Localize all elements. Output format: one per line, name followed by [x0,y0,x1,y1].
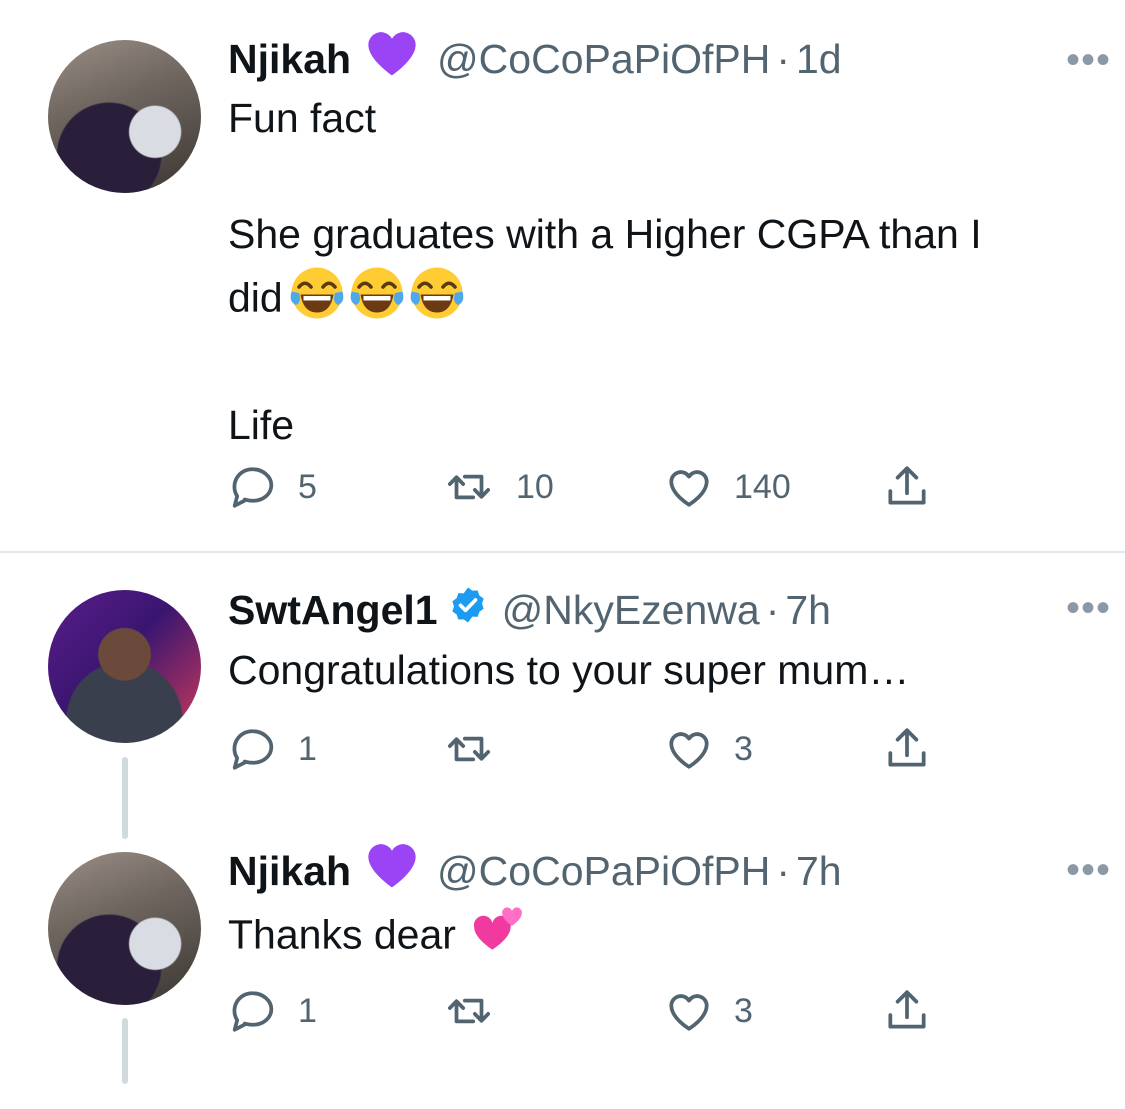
like-count: 3 [734,991,753,1030]
reply-count: 1 [298,729,317,768]
two-hearts-emoji-icon [470,902,526,973]
share-button[interactable] [882,462,932,512]
reply-icon [228,724,278,774]
share-button[interactable] [882,986,932,1036]
retweet-button[interactable]: 10 [442,462,554,512]
share-icon [882,462,932,512]
more-options-icon[interactable]: ••• [1066,850,1111,890]
avatar[interactable] [48,590,201,743]
separator: · [776,35,790,82]
like-count: 140 [734,467,791,506]
purple-heart-icon [365,27,419,91]
retweet-button[interactable] [442,724,496,774]
separator: · [765,586,780,633]
tweet-text-tail: Life [228,402,295,448]
tweet-text: Congratulations to your super mum… [228,647,910,693]
timestamp[interactable]: 7h [785,587,831,634]
timestamp[interactable]: 7h [796,848,842,895]
reply-icon [228,986,278,1036]
purple-heart-icon [365,839,419,903]
user-handle[interactable]: @NkyEzenwa [502,587,760,634]
action-bar: 1 3 [228,986,948,1036]
reply-button[interactable]: 1 [228,986,317,1036]
timestamp[interactable]: 1d [796,36,842,83]
reply-button[interactable]: 5 [228,462,317,512]
heart-icon [664,462,714,512]
retweet-icon [442,724,496,774]
like-count: 3 [734,729,753,768]
display-name[interactable]: Njikah [228,848,351,895]
thread-line [122,1018,128,1084]
more-options-icon[interactable]: ••• [1066,588,1111,628]
avatar[interactable] [48,852,201,1005]
separator: · [776,847,790,894]
like-button[interactable]: 3 [664,986,753,1036]
reply-icon [228,462,278,512]
like-button[interactable]: 3 [664,724,753,774]
display-name[interactable]: Njikah [228,36,351,83]
reply-count: 5 [298,467,317,506]
share-icon [882,724,932,774]
like-button[interactable]: 140 [664,462,791,512]
thread-line [122,757,128,839]
retweet-button[interactable] [442,986,496,1036]
tweet-text: Thanks dear [228,902,1085,973]
tweet-header: Njikah @CoCoPaPiOfPH · 7h [228,846,1085,896]
heart-icon [664,724,714,774]
tweet-header: Njikah @CoCoPaPiOfPH · 1d [228,34,1085,84]
joy-emoji-icon [287,263,467,338]
more-options-icon[interactable]: ••• [1066,40,1111,80]
verified-badge-icon [448,585,488,635]
tweet-text-body: Thanks dear [228,911,456,958]
avatar[interactable] [48,40,201,193]
action-bar: 5 10 140 [228,462,948,512]
user-handle[interactable]: @CoCoPaPiOfPH [437,36,770,83]
share-button[interactable] [882,724,932,774]
reply-button[interactable]: 1 [228,724,317,774]
action-bar: 1 3 [228,724,948,774]
reply-count: 1 [298,991,317,1030]
retweet-count: 10 [516,467,554,506]
share-icon [882,986,932,1036]
heart-icon [664,986,714,1036]
retweet-icon [442,462,496,512]
display-name[interactable]: SwtAngel1 [228,587,438,634]
tweet-text: Fun fact She graduates with a Higher CGP… [228,89,1085,454]
tweet-header: SwtAngel1 @NkyEzenwa · 7h [228,585,1085,635]
user-handle[interactable]: @CoCoPaPiOfPH [437,848,770,895]
divider [0,551,1125,553]
retweet-icon [442,986,496,1036]
